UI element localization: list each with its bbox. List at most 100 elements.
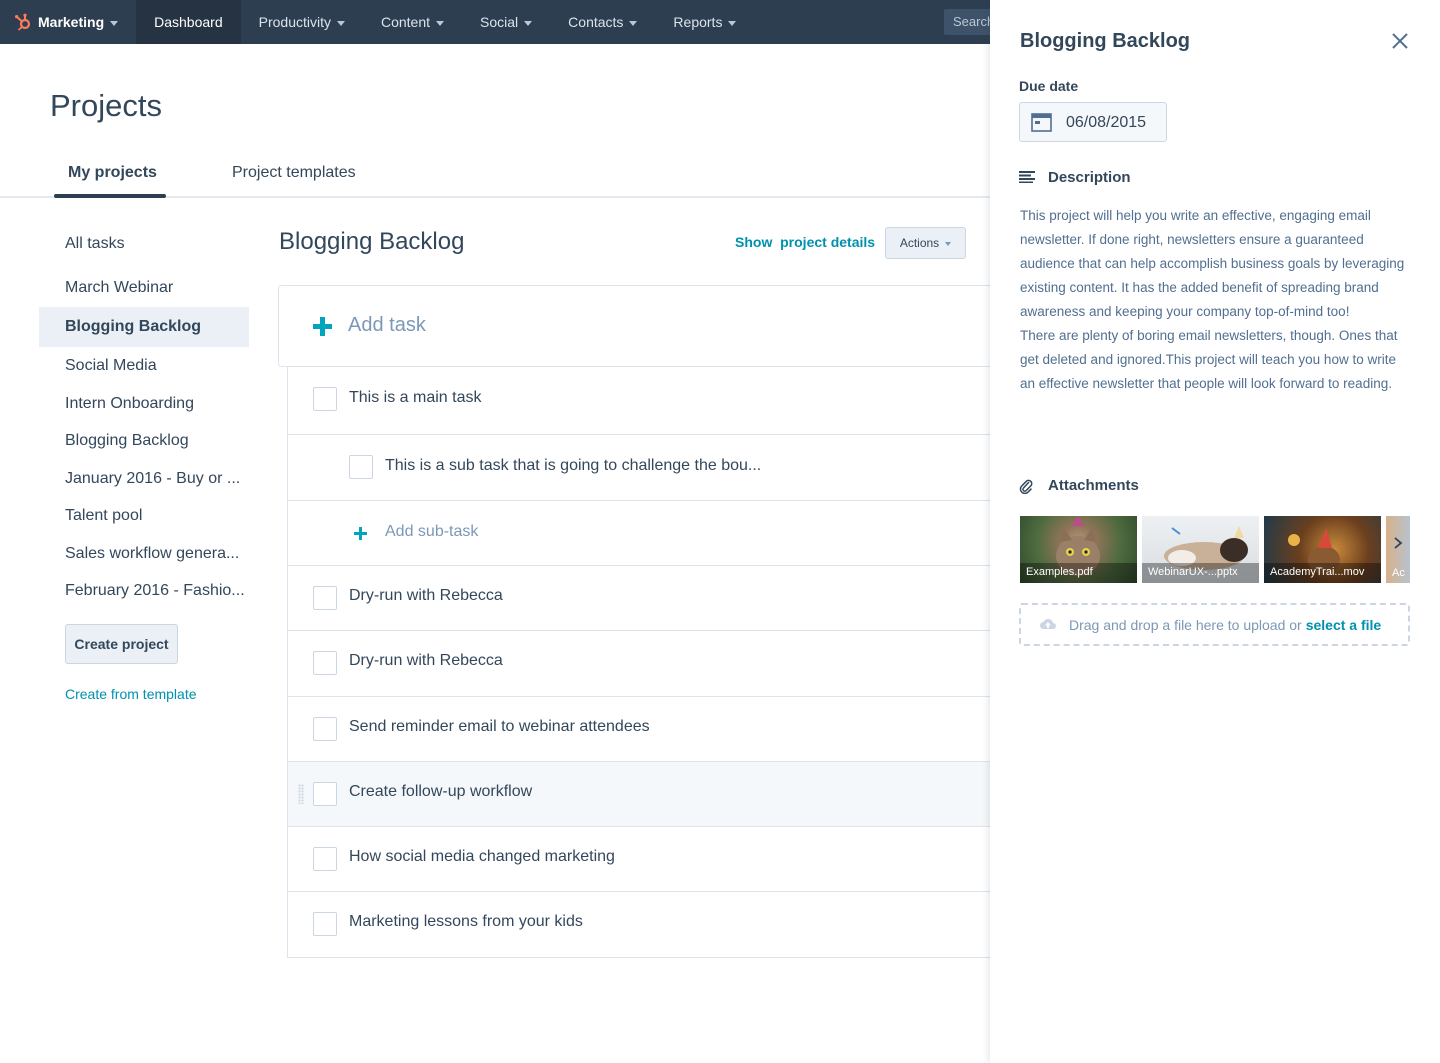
attachments-heading: Attachments <box>1048 477 1139 494</box>
active-tab-indicator <box>54 194 166 198</box>
sidebar-item-label: Blogging Backlog <box>65 318 201 335</box>
task-checkbox[interactable] <box>313 586 337 610</box>
project-description: This project will help you write an effe… <box>1020 204 1412 396</box>
project-tabs: My projects Project templates <box>0 150 990 198</box>
project-details-label: project details <box>780 234 876 250</box>
subtask-title[interactable]: This is a sub task that is going to chal… <box>385 457 761 475</box>
nav-social[interactable]: Social <box>462 0 550 44</box>
sidebar-item-talent-pool[interactable]: Talent pool <box>39 497 249 535</box>
close-icon[interactable] <box>1390 31 1410 51</box>
subtask-checkbox[interactable] <box>349 455 373 479</box>
attachment-name: AcademyTrai...mov <box>1264 563 1381 583</box>
drag-handle-icon[interactable] <box>298 784 304 804</box>
sidebar-item-march-webinar[interactable]: March Webinar <box>39 269 249 307</box>
task-checkbox[interactable] <box>313 651 337 675</box>
chevron-down-icon <box>336 20 345 26</box>
cloud-upload-icon <box>1040 618 1056 629</box>
nav-reports[interactable]: Reports <box>655 0 754 44</box>
paperclip-icon <box>1019 479 1033 494</box>
dropzone-text: Drag and drop a file here to upload or <box>1069 616 1302 633</box>
nav-dashboard[interactable]: Dashboard <box>136 0 241 44</box>
nav-productivity[interactable]: Productivity <box>241 0 363 44</box>
show-label: Show <box>735 234 773 250</box>
task-checkbox[interactable] <box>313 912 337 936</box>
task-title[interactable]: Marketing lessons from your kids <box>349 913 583 931</box>
subtask-row[interactable]: This is a sub task that is going to chal… <box>288 435 990 501</box>
sidebar-item-label: January 2016 - Buy or ... <box>65 469 241 487</box>
task-title[interactable]: How social media changed marketing <box>349 848 615 866</box>
sidebar-item-label: Social Media <box>65 357 157 374</box>
add-task-row[interactable]: Add task <box>278 285 990 367</box>
actions-label: Actions <box>899 236 940 250</box>
task-title[interactable]: Create follow-up workflow <box>349 783 532 801</box>
tab-my-projects[interactable]: My projects <box>68 164 157 182</box>
nav-content-label: Content <box>380 14 431 30</box>
attachment-thumbnail[interactable]: Ac <box>1386 516 1410 583</box>
attachment-thumbnail[interactable]: WebinarUX-...pptx <box>1142 516 1259 583</box>
show-project-details-link[interactable]: Show project details <box>735 234 875 250</box>
task-title[interactable]: Send reminder email to webinar attendees <box>349 718 650 736</box>
nav-contacts[interactable]: Contacts <box>550 0 655 44</box>
plus-icon <box>354 527 367 540</box>
brand-label: Marketing <box>38 14 105 30</box>
add-subtask-label: Add sub-task <box>385 523 479 540</box>
nav-reports-label: Reports <box>673 14 723 30</box>
task-row[interactable]: Dry-run with Rebecca <box>288 631 990 697</box>
sidebar-item-intern-onboarding[interactable]: Intern Onboarding <box>39 385 249 422</box>
brand-menu[interactable]: Marketing <box>0 0 136 44</box>
tab-project-templates[interactable]: Project templates <box>232 164 356 182</box>
attachment-thumbnail[interactable]: AcademyTrai...mov <box>1264 516 1381 583</box>
task-checkbox[interactable] <box>313 717 337 741</box>
sidebar-item-label: All tasks <box>65 235 125 252</box>
nav-productivity-label: Productivity <box>258 14 331 30</box>
task-checkbox[interactable] <box>313 847 337 871</box>
sidebar-item-all-tasks[interactable]: All tasks <box>39 224 249 264</box>
chevron-down-icon <box>945 242 952 246</box>
create-project-button[interactable]: Create project <box>65 624 178 664</box>
nav-content[interactable]: Content <box>363 0 462 44</box>
actions-dropdown[interactable]: Actions <box>885 227 966 259</box>
due-date-input[interactable]: 06/08/2015 <box>1019 102 1167 142</box>
sidebar-item-label: Intern Onboarding <box>65 394 194 412</box>
task-row[interactable]: How social media changed marketing <box>288 827 990 892</box>
hubspot-logo-icon <box>15 13 31 31</box>
create-from-template-link[interactable]: Create from template <box>65 686 197 702</box>
text-lines-icon <box>1019 171 1035 183</box>
sidebar-item-blogging-backlog[interactable]: Blogging Backlog <box>39 307 249 347</box>
sidebar-item-label: March Webinar <box>65 279 174 296</box>
panel-title: Blogging Backlog <box>1020 30 1190 52</box>
chevron-down-icon <box>110 20 119 26</box>
chevron-down-icon <box>524 20 533 26</box>
projects-sidebar: All tasks March Webinar Blogging Backlog… <box>39 224 249 610</box>
calendar-icon <box>1031 113 1052 132</box>
sidebar-item-blogging-backlog-2[interactable]: Blogging Backlog <box>39 422 249 460</box>
task-title[interactable]: Dry-run with Rebecca <box>349 652 503 670</box>
task-row[interactable]: This is a main task <box>288 367 990 435</box>
file-dropzone[interactable]: Drag and drop a file here to upload or s… <box>1019 603 1410 646</box>
task-checkbox[interactable] <box>313 782 337 806</box>
task-row[interactable]: Send reminder email to webinar attendees <box>288 697 990 762</box>
attachment-thumbnail[interactable]: Examples.pdf <box>1020 516 1137 583</box>
nav-dashboard-label: Dashboard <box>154 14 223 30</box>
task-title[interactable]: This is a main task <box>349 389 481 407</box>
add-subtask-row[interactable]: Add sub-task <box>288 501 990 566</box>
attachment-name: Examples.pdf <box>1020 563 1137 583</box>
sidebar-item-label: February 2016 - Fashio... <box>65 582 245 599</box>
sidebar-item-february-2016[interactable]: February 2016 - Fashio... <box>39 572 249 610</box>
task-checkbox[interactable] <box>313 387 337 411</box>
sidebar-item-january-2016[interactable]: January 2016 - Buy or ... <box>39 460 249 497</box>
sidebar-item-social-media[interactable]: Social Media <box>39 347 249 385</box>
chevron-down-icon <box>728 20 737 26</box>
sidebar-item-label: Sales workflow genera... <box>65 544 240 562</box>
chevron-right-icon[interactable] <box>1393 536 1403 550</box>
task-row[interactable]: Marketing lessons from your kids <box>288 892 990 957</box>
task-row[interactable]: Dry-run with Rebecca <box>288 566 990 631</box>
attachment-name: WebinarUX-...pptx <box>1142 563 1259 583</box>
select-file-link[interactable]: select a file <box>1306 617 1382 633</box>
due-date-value: 06/08/2015 <box>1066 114 1147 131</box>
task-row[interactable]: Create follow-up workflow <box>288 762 990 827</box>
task-title[interactable]: Dry-run with Rebecca <box>349 587 503 605</box>
chevron-down-icon <box>629 20 638 26</box>
attachment-name: Ac <box>1392 567 1405 579</box>
sidebar-item-sales-workflow[interactable]: Sales workflow genera... <box>39 535 249 572</box>
